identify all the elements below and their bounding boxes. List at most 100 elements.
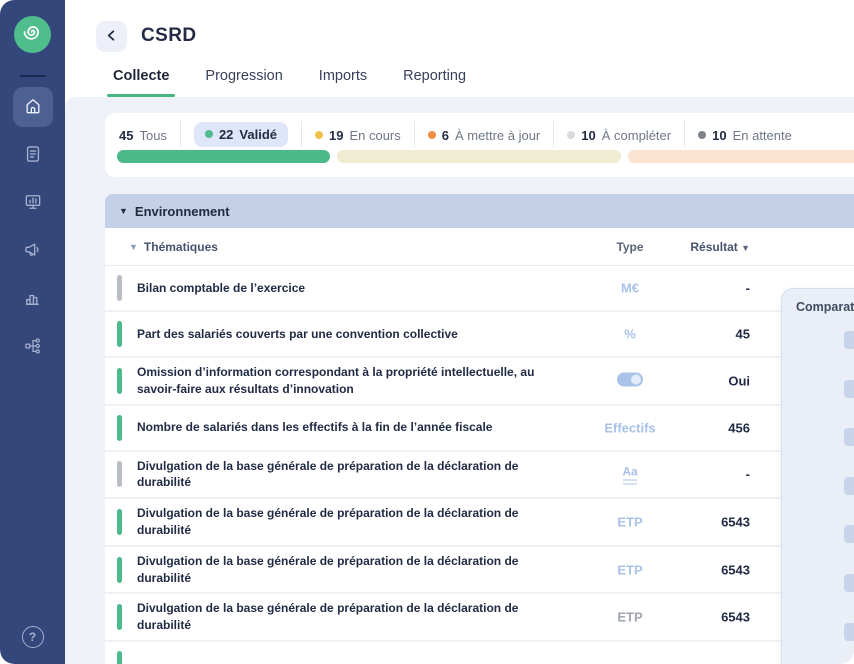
status-dot: [205, 130, 213, 138]
status-progress-bar: [117, 150, 854, 163]
sidebar-item-hierarchy[interactable]: [13, 327, 53, 367]
tab-reporting[interactable]: Reporting: [403, 68, 466, 97]
bar-chart-icon: [23, 288, 43, 311]
column-header-resultat[interactable]: Résultat ▼: [662, 240, 750, 254]
tab-collecte[interactable]: Collecte: [113, 68, 169, 97]
table-row[interactable]: Divulgation de la base générale de prépa…: [105, 547, 854, 595]
row-result: 456: [662, 420, 750, 435]
table-row[interactable]: Bilan comptable de l’exercice M€ -: [105, 266, 854, 312]
filter-tous[interactable]: 45 Tous: [119, 128, 167, 143]
row-status-bar-gray: [117, 275, 122, 301]
filter-count: 45: [119, 128, 133, 143]
sort-caret-icon: ▼: [741, 243, 750, 253]
row-result: 6543: [662, 562, 750, 577]
row-label: Bilan comptable de l’exercice: [137, 280, 305, 297]
filter-label: À compléter: [602, 128, 671, 143]
sidebar-item-document[interactable]: [13, 135, 53, 175]
tab-progression[interactable]: Progression: [205, 68, 282, 97]
table-row[interactable]: Divulgation de la base générale de prépa…: [105, 594, 854, 642]
table-row[interactable]: [105, 642, 854, 664]
row-result: Oui: [662, 373, 750, 388]
status-filter-card: 45 Tous 22 Validé 19En cours 6À mettre à jour…: [105, 113, 854, 177]
filter-divider: [553, 121, 554, 147]
filter-en-attente[interactable]: 10En attente: [698, 128, 792, 143]
filter-en-cours[interactable]: 19En cours: [315, 128, 401, 143]
toggle-icon[interactable]: [617, 372, 643, 386]
row-result: -: [662, 281, 750, 296]
table-row[interactable]: Part des salariés couverts par une conve…: [105, 312, 854, 358]
sidebar-item-megaphone[interactable]: [13, 231, 53, 271]
filter-label: En cours: [349, 128, 400, 143]
filter-count: 10: [712, 128, 726, 143]
row-status-bar-gray: [117, 461, 122, 487]
table-body: Bilan comptable de l’exercice M€ - Part …: [105, 266, 854, 664]
row-label: Part des salariés couverts par une conve…: [137, 326, 458, 343]
progress-segment-valide: [117, 150, 330, 163]
table-row[interactable]: Omission d’information correspondant à l…: [105, 358, 854, 406]
page-title: CSRD: [141, 25, 196, 47]
back-button[interactable]: [96, 21, 127, 52]
sidebar: ?: [0, 0, 65, 664]
help-button[interactable]: ?: [22, 626, 44, 648]
filter-count: 22: [219, 127, 233, 142]
comparatif-skeleton-block: [844, 331, 854, 349]
home-icon: [23, 96, 43, 119]
column-header-label: Résultat: [690, 240, 737, 254]
filter-label: Validé: [239, 127, 277, 142]
sidebar-divider: [20, 75, 46, 77]
progress-segment-en-cours: [337, 150, 621, 163]
sidebar-item-bar-chart[interactable]: [13, 279, 53, 319]
sidebar-item-dashboard[interactable]: [13, 183, 53, 223]
collapse-caret-icon: ▼: [119, 206, 128, 216]
table-header-row: ▼ Thématiques Type Résultat ▼: [105, 228, 854, 266]
row-label: Divulgation de la base générale de prépa…: [137, 505, 575, 539]
app-window: ? CSRD Collecte Progression Imports Reporti…: [0, 0, 854, 664]
row-label: Divulgation de la base générale de prépa…: [137, 458, 575, 492]
sidebar-item-home[interactable]: [13, 87, 53, 127]
filter-a-mettre-a-jour[interactable]: 6À mettre à jour: [428, 128, 541, 143]
filter-a-completer[interactable]: 10 À compléter: [567, 128, 671, 143]
filter-divider: [684, 121, 685, 147]
row-label: Divulgation de la base générale de prépa…: [137, 600, 575, 634]
status-dot: [315, 131, 323, 139]
table-row[interactable]: Nombre de salariés dans les effectifs à …: [105, 406, 854, 452]
app-logo[interactable]: [14, 16, 51, 53]
row-status-bar-green: [117, 509, 122, 535]
row-label: Divulgation de la base générale de prépa…: [137, 553, 575, 587]
progress-segment-a-mettre-a-jour: [628, 150, 854, 163]
section-header-environnement[interactable]: ▼ Environnement: [105, 194, 854, 228]
column-header-thematiques[interactable]: ▼ Thématiques: [129, 240, 218, 254]
help-icon: ?: [22, 626, 44, 648]
tab-bar: Collecte Progression Imports Reporting: [113, 68, 466, 97]
filter-count: 6: [442, 128, 449, 143]
tab-imports[interactable]: Imports: [319, 68, 367, 97]
filter-valide[interactable]: 22 Validé: [194, 122, 288, 147]
content-area: CSRD Collecte Progression Imports Reporting…: [65, 0, 854, 664]
row-result: 6543: [662, 610, 750, 625]
comparatif-skeleton-block: [844, 574, 854, 592]
row-result: 45: [662, 327, 750, 342]
comparatif-skeleton-block: [844, 623, 854, 641]
dashboard-icon: [23, 192, 43, 215]
row-label: Omission d’information correspondant à l…: [137, 364, 575, 398]
row-status-bar-green: [117, 321, 122, 347]
table-row[interactable]: Divulgation de la base générale de prépa…: [105, 499, 854, 547]
status-dot: [428, 131, 436, 139]
sort-caret-icon: ▼: [129, 242, 138, 252]
filter-label: Tous: [139, 128, 166, 143]
row-status-bar-green: [117, 604, 122, 630]
row-status-bar-green: [117, 415, 122, 441]
status-dot: [567, 131, 575, 139]
table-row[interactable]: Divulgation de la base générale de prépa…: [105, 452, 854, 500]
top-bar: CSRD Collecte Progression Imports Reporting: [65, 0, 854, 97]
thematiques-table: ▼ Thématiques Type Résultat ▼ Bilan comp…: [105, 228, 854, 664]
comparatif-panel: Comparatif: [781, 288, 854, 664]
megaphone-icon: [23, 240, 43, 263]
row-result: 6543: [662, 514, 750, 529]
text-format-icon: Aa: [622, 466, 637, 485]
section-title: Environnement: [135, 204, 230, 219]
status-filter-row: 45 Tous 22 Validé 19En cours 6À mettre à jour…: [105, 113, 854, 145]
row-status-bar-green: [117, 651, 122, 664]
filter-count: 10: [581, 128, 595, 143]
comparatif-title: Comparatif: [782, 289, 854, 314]
